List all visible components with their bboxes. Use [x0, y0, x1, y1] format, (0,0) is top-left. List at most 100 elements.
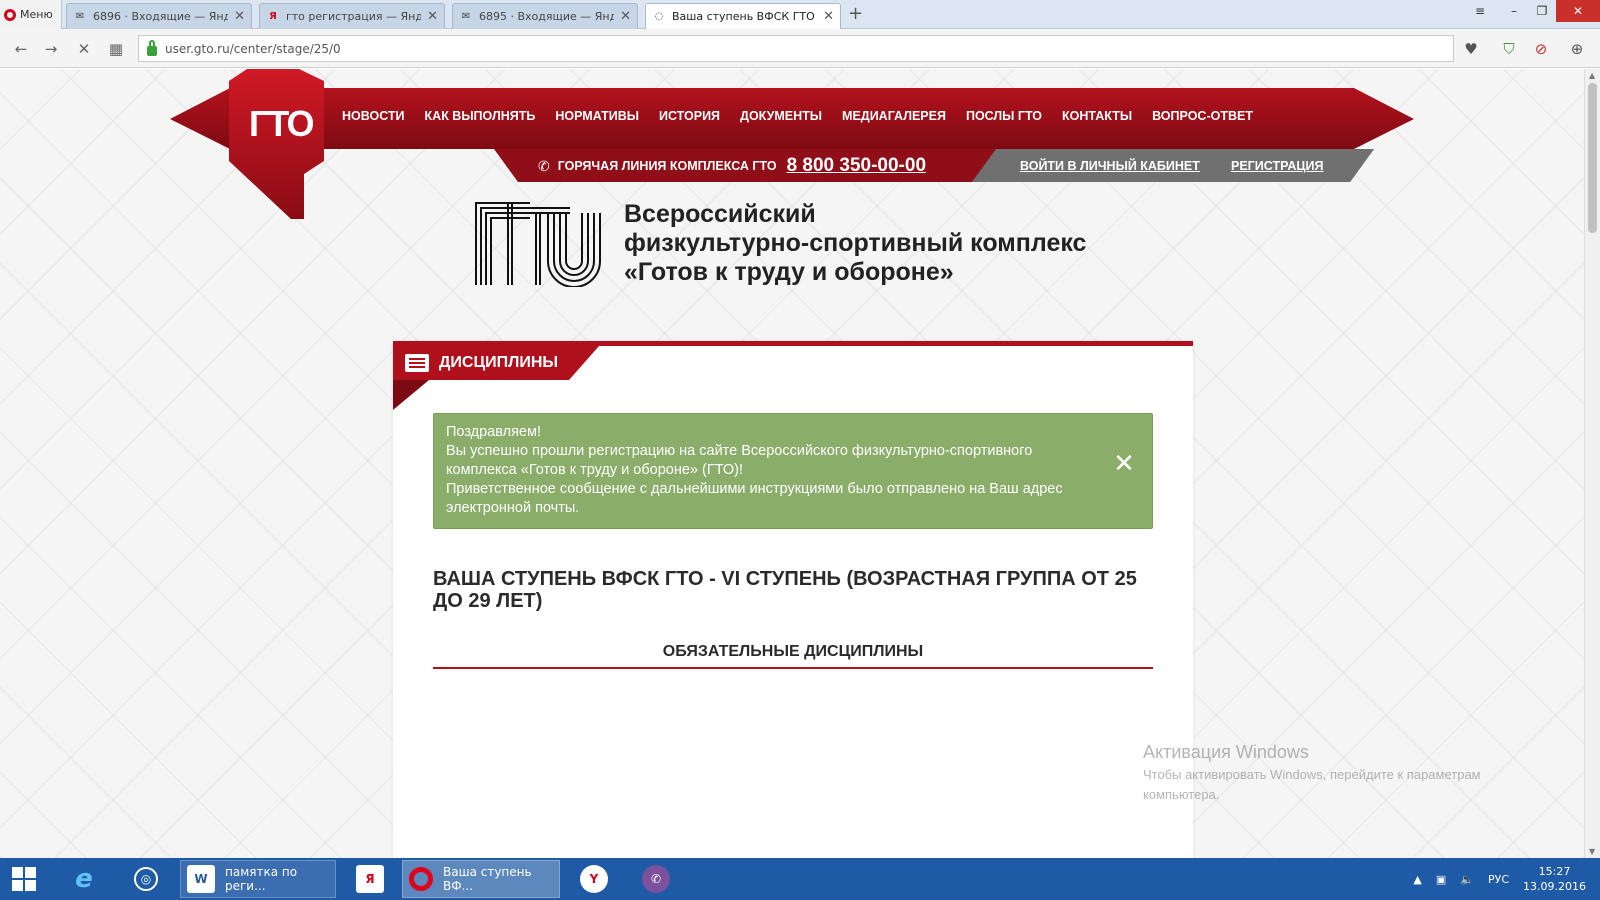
- nav-standards[interactable]: НОРМАТИВЫ: [555, 109, 639, 123]
- menu-label: Меню: [20, 8, 53, 21]
- phone-icon: ✆: [538, 157, 550, 174]
- word-icon: W: [187, 865, 215, 893]
- viber-icon[interactable]: ✆: [636, 860, 676, 898]
- address-bar: ← → ✕ ▦ user.gto.ru/center/stage/25/0 ♥ …: [0, 29, 1600, 68]
- window-close-icon[interactable]: ✕: [1556, 0, 1600, 22]
- opera-logo-icon: [4, 8, 16, 21]
- restore-icon[interactable]: ❐: [1528, 0, 1556, 22]
- scroll-thumb[interactable]: [1588, 83, 1597, 233]
- tab-close-icon[interactable]: ✕: [234, 9, 245, 24]
- gto-emblem: [475, 202, 601, 287]
- hotline-phone-link[interactable]: 8 800 350-00-00: [787, 155, 926, 177]
- panel-tab-label: ДИСЦИПЛИНЫ: [439, 354, 559, 371]
- tab-label: гто регистрация — Яндекс: [286, 10, 422, 23]
- tab-close-icon[interactable]: ✕: [620, 9, 631, 24]
- site-title: Всероссийский физкультурно-спортивный ко…: [624, 200, 1086, 287]
- nav-news[interactable]: НОВОСТИ: [342, 109, 405, 123]
- scroll-down-icon[interactable]: ▼: [1589, 847, 1595, 856]
- nav-contacts[interactable]: КОНТАКТЫ: [1062, 109, 1132, 123]
- site-title-line: физкультурно-спортивный комплекс: [624, 229, 1087, 257]
- app-circle-icon[interactable]: ◎: [126, 860, 166, 898]
- start-button[interactable]: [6, 860, 42, 898]
- download-icon[interactable]: ⊕: [1566, 38, 1588, 60]
- header-logo-text: ГТО: [249, 103, 315, 144]
- mail-icon: ✉: [75, 11, 85, 22]
- volume-icon[interactable]: 🔈: [1460, 873, 1474, 886]
- tab-close-icon[interactable]: ✕: [823, 9, 834, 24]
- activation-title: Активация Windows: [1143, 742, 1309, 762]
- network-icon[interactable]: ▣: [1436, 873, 1446, 886]
- forward-icon[interactable]: →: [40, 38, 62, 60]
- back-icon[interactable]: ←: [10, 38, 32, 60]
- nav-media[interactable]: МЕДИАГАЛЕРЕЯ: [842, 109, 946, 123]
- browser-tab-3[interactable]: ✉ 6895 · Входящие — Яндекс ✕: [452, 3, 638, 29]
- browser-tab-active[interactable]: ◌ Ваша ступень ВФСК ГТО · ✕: [645, 3, 841, 29]
- browser-tab-bar: Меню ✉ 6896 · Входящие — Яндекс ✕ Я гто …: [0, 0, 1600, 29]
- adblock-icon[interactable]: ⊘: [1530, 38, 1552, 60]
- clock-date: 13.09.2016: [1523, 880, 1586, 893]
- browser-tab-2[interactable]: Я гто регистрация — Яндекс ✕: [259, 3, 445, 29]
- yandex-browser-icon[interactable]: Y: [574, 860, 614, 898]
- internet-explorer-icon[interactable]: e: [64, 860, 104, 898]
- nav-faq[interactable]: ВОПРОС-ОТВЕТ: [1152, 109, 1253, 123]
- site-title-line: Всероссийский: [624, 200, 816, 228]
- alert-line: Поздравляем!: [446, 424, 541, 440]
- heart-icon[interactable]: ♥: [1460, 38, 1482, 60]
- taskbar-app-label: Ваша ступень ВФ...: [443, 865, 532, 893]
- tray-expand-icon[interactable]: ▲: [1413, 873, 1421, 886]
- main-nav: НОВОСТИ КАК ВЫПОЛНЯТЬ НОРМАТИВЫ ИСТОРИЯ …: [342, 109, 1273, 123]
- minimize-icon[interactable]: –: [1500, 0, 1528, 22]
- new-tab-button[interactable]: +: [848, 4, 863, 24]
- yandex-taskbar-icon[interactable]: Я: [350, 860, 390, 898]
- nav-how-to[interactable]: КАК ВЫПОЛНЯТЬ: [425, 109, 536, 123]
- browser-tab-1[interactable]: ✉ 6896 · Входящие — Яндекс ✕: [66, 3, 252, 29]
- site-title-line: «Готов к труду и обороне»: [624, 258, 954, 286]
- hotline: ✆ ГОРЯЧАЯ ЛИНИЯ КОМПЛЕКСА ГТО 8 800 350-…: [538, 155, 926, 177]
- mail-icon: ✉: [461, 11, 471, 22]
- lock-icon: [147, 39, 157, 56]
- header-logo[interactable]: ГТО: [229, 69, 324, 219]
- register-link[interactable]: РЕГИСТРАЦИЯ: [1231, 159, 1323, 173]
- loading-icon: ◌: [654, 11, 664, 22]
- scroll-up-icon[interactable]: ▲: [1589, 71, 1595, 80]
- tab-close-icon[interactable]: ✕: [427, 9, 438, 24]
- list-icon: [405, 354, 429, 372]
- alert-line: Приветственное сообщение с дальнейшими и…: [446, 481, 1063, 516]
- hotline-label: ГОРЯЧАЯ ЛИНИЯ КОМПЛЕКСА ГТО: [557, 159, 777, 173]
- login-link[interactable]: ВОЙТИ В ЛИЧНЫЙ КАБИНЕТ: [1020, 159, 1200, 173]
- taskbar-opera-window[interactable]: Ваша ступень ВФ...: [402, 860, 560, 898]
- stage-heading: ВАША СТУПЕНЬ ВФСК ГТО - VI СТУПЕНЬ (ВОЗР…: [433, 568, 1137, 612]
- tab-label: Ваша ступень ВФСК ГТО ·: [672, 10, 818, 23]
- clock-time: 15:27: [1538, 865, 1571, 878]
- page-viewport: ГТО НОВОСТИ КАК ВЫПОЛНЯТЬ НОРМАТИВЫ ИСТО…: [0, 69, 1584, 858]
- speed-dial-icon[interactable]: ▦: [105, 38, 127, 60]
- alert-line: Вы успешно прошли регистрацию на сайте В…: [446, 443, 1033, 478]
- tab-label: 6895 · Входящие — Яндекс: [479, 10, 615, 23]
- success-alert: Поздравляем! Вы успешно прошли регистрац…: [433, 413, 1153, 529]
- nav-ambassadors[interactable]: ПОСЛЫ ГТО: [966, 109, 1042, 123]
- panel-tab: ДИСЦИПЛИНЫ: [393, 346, 599, 380]
- activation-text: Чтобы активировать Windows, перейдите к …: [1143, 767, 1481, 802]
- mandatory-disciplines-heading: ОБЯЗАТЕЛЬНЫЕ ДИСЦИПЛИНЫ: [433, 643, 1153, 669]
- yandex-icon: Я: [269, 11, 277, 22]
- url-text: user.gto.ru/center/stage/25/0: [165, 41, 341, 56]
- language-indicator[interactable]: РУС: [1488, 873, 1509, 886]
- shield-icon[interactable]: ⛉: [1498, 38, 1520, 60]
- url-field[interactable]: user.gto.ru/center/stage/25/0: [138, 35, 1454, 62]
- nav-documents[interactable]: ДОКУМЕНТЫ: [740, 109, 822, 123]
- taskbar-app-label: памятка по реги...: [225, 865, 298, 893]
- taskbar-word-document[interactable]: W памятка по реги...: [180, 860, 336, 898]
- clock[interactable]: 15:27 13.09.2016: [1523, 864, 1586, 894]
- windows-logo-icon: [12, 867, 36, 891]
- windows-taskbar: e ◎ W памятка по реги... Я Ваша ступень …: [0, 858, 1600, 900]
- stop-loading-icon[interactable]: ✕: [73, 38, 95, 60]
- alert-close-icon[interactable]: ✕: [1112, 451, 1136, 477]
- page-scrollbar[interactable]: ▲ ▼: [1584, 69, 1600, 858]
- system-tray: ▲ ▣ 🔈 РУС 15:27 13.09.2016: [1413, 858, 1600, 900]
- tab-list-icon[interactable]: ≡: [1466, 0, 1494, 22]
- opera-icon: [409, 867, 433, 891]
- windows-activation-watermark: Активация Windows Чтобы активировать Win…: [1143, 742, 1543, 805]
- nav-history[interactable]: ИСТОРИЯ: [659, 109, 720, 123]
- tab-label: 6896 · Входящие — Яндекс: [93, 10, 229, 23]
- browser-menu-button[interactable]: Меню: [0, 0, 62, 29]
